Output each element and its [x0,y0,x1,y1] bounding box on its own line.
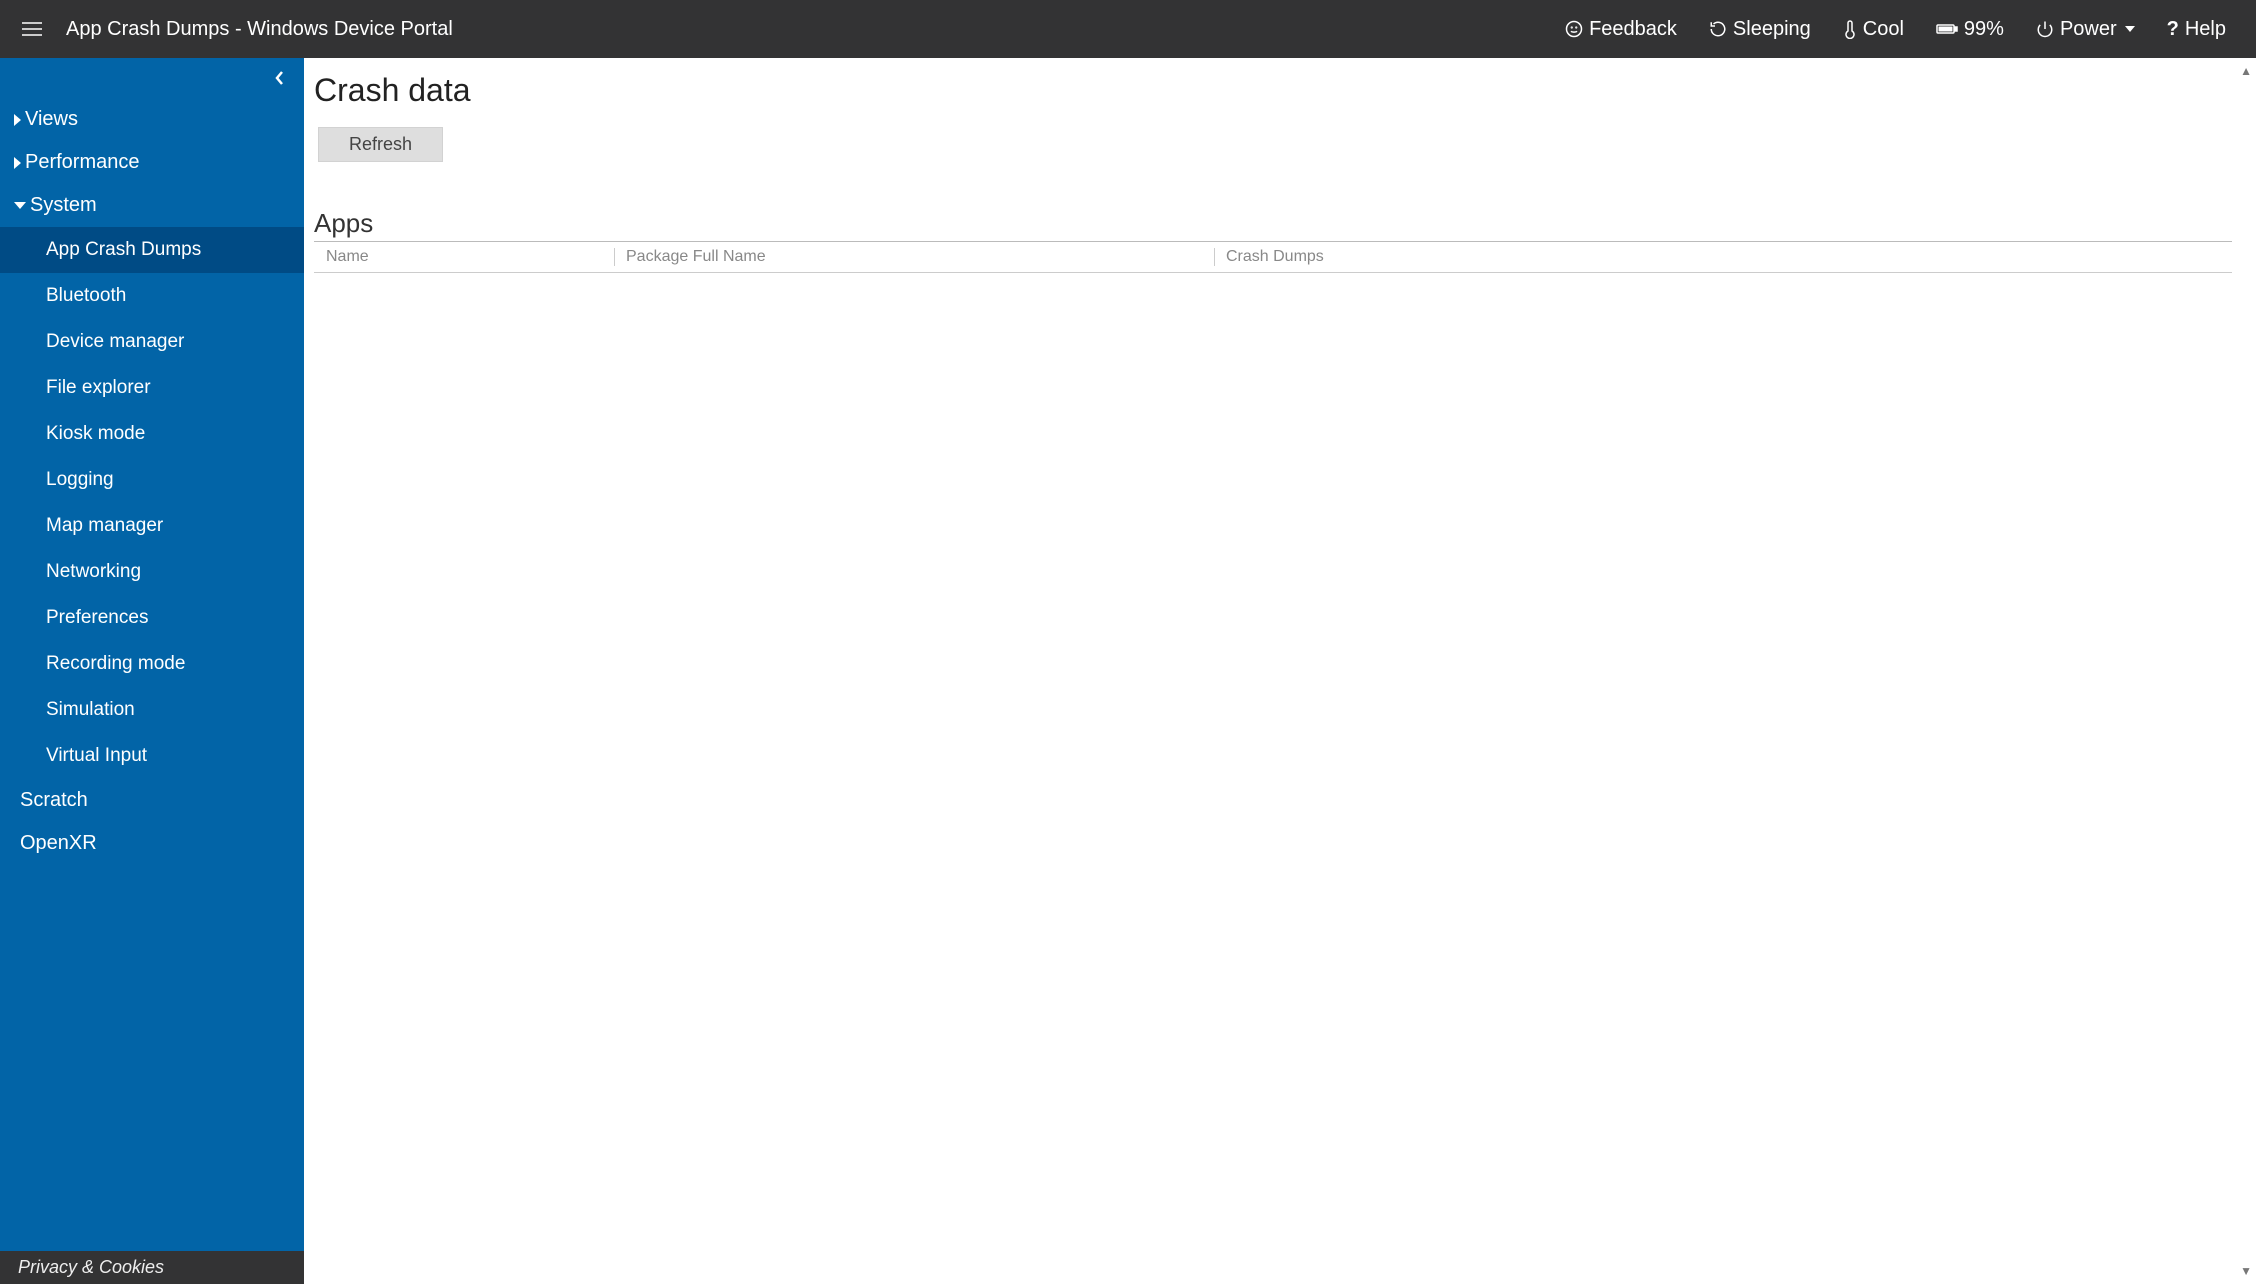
feedback-button[interactable]: Feedback [1549,0,1693,58]
sidebar-item-recording-mode[interactable]: Recording mode [46,641,304,687]
sidebar-item-label: Logging [46,469,114,491]
content-heading: Crash data [314,72,2232,109]
temperature-label: Cool [1863,18,1904,41]
sidebar-item-label: File explorer [46,377,151,399]
caret-right-icon [14,114,21,126]
sidebar: Views Performance System App Crash Dumps… [0,58,304,1284]
battery-icon [1936,22,1958,36]
power-icon [2036,20,2054,38]
sidebar-item-label: Bluetooth [46,285,126,307]
caret-right-icon [14,157,21,169]
sidebar-item-views[interactable]: Views [0,98,304,141]
chevron-left-icon [274,70,286,86]
battery-status[interactable]: 99% [1920,0,2020,58]
main-content: ▲ ▼ Crash data Refresh Apps Name Package… [304,58,2256,1284]
apps-table: Name Package Full Name Crash Dumps [314,242,2232,273]
scroll-up-icon: ▲ [2240,64,2252,78]
sidebar-item-label: System [30,194,97,217]
sidebar-item-performance[interactable]: Performance [0,141,304,184]
column-header-package[interactable]: Package Full Name [614,242,1214,273]
thermometer-icon [1843,19,1857,39]
privacy-cookies-link[interactable]: Privacy & Cookies [0,1251,304,1284]
sidebar-item-label: Preferences [46,607,148,629]
sidebar-item-label: Networking [46,561,141,583]
sidebar-item-logging[interactable]: Logging [46,457,304,503]
sidebar-item-label: Device manager [46,331,184,353]
sidebar-item-bluetooth[interactable]: Bluetooth [46,273,304,319]
sidebar-item-system[interactable]: System [0,184,304,227]
sidebar-item-simulation[interactable]: Simulation [46,687,304,733]
sidebar-item-virtual-input[interactable]: Virtual Input [46,733,304,779]
caret-down-icon [14,202,26,209]
sidebar-item-label: Scratch [20,789,88,812]
sidebar-nav: Views Performance System App Crash Dumps… [0,98,304,1251]
sidebar-item-networking[interactable]: Networking [46,549,304,595]
topbar: App Crash Dumps - Windows Device Portal … [0,0,2256,58]
apps-heading: Apps [314,208,2232,242]
sidebar-item-file-explorer[interactable]: File explorer [46,365,304,411]
sidebar-item-label: Simulation [46,699,135,721]
sidebar-collapse-button[interactable] [0,58,304,98]
scroll-down-icon: ▼ [2240,1264,2252,1278]
help-icon: ? [2167,18,2179,41]
help-button[interactable]: ? Help [2151,0,2242,58]
hamburger-menu-icon[interactable] [16,13,48,45]
sidebar-item-label: Performance [25,151,140,174]
sidebar-item-openxr[interactable]: OpenXR [0,822,304,865]
sidebar-item-map-manager[interactable]: Map manager [46,503,304,549]
history-icon [1709,20,1727,38]
sidebar-item-scratch[interactable]: Scratch [0,779,304,822]
sidebar-system-submenu: App Crash Dumps Bluetooth Device manager… [0,227,304,779]
power-label: Power [2060,18,2117,41]
help-label: Help [2185,18,2226,41]
sidebar-item-label: App Crash Dumps [46,239,201,261]
sidebar-item-label: Kiosk mode [46,423,145,445]
chevron-down-icon [2125,26,2135,32]
temperature-status[interactable]: Cool [1827,0,1920,58]
battery-label: 99% [1964,18,2004,41]
sidebar-item-label: Views [25,108,78,131]
sidebar-footer-label: Privacy & Cookies [18,1257,164,1277]
column-header-dumps[interactable]: Crash Dumps [1214,242,2232,273]
refresh-button[interactable]: Refresh [318,127,443,162]
sidebar-item-app-crash-dumps[interactable]: App Crash Dumps [0,227,304,273]
body: Views Performance System App Crash Dumps… [0,58,2256,1284]
sidebar-item-label: Map manager [46,515,163,537]
smiley-icon [1565,20,1583,38]
sleeping-status[interactable]: Sleeping [1693,0,1827,58]
page-title: App Crash Dumps - Windows Device Portal [66,18,453,41]
sidebar-item-label: Recording mode [46,653,185,675]
sleeping-label: Sleeping [1733,18,1811,41]
sidebar-item-label: OpenXR [20,832,97,855]
sidebar-item-preferences[interactable]: Preferences [46,595,304,641]
column-header-name[interactable]: Name [314,242,614,273]
sidebar-item-kiosk-mode[interactable]: Kiosk mode [46,411,304,457]
sidebar-item-device-manager[interactable]: Device manager [46,319,304,365]
power-menu[interactable]: Power [2020,0,2151,58]
table-header-row: Name Package Full Name Crash Dumps [314,242,2232,273]
feedback-label: Feedback [1589,18,1677,41]
sidebar-item-label: Virtual Input [46,745,147,767]
